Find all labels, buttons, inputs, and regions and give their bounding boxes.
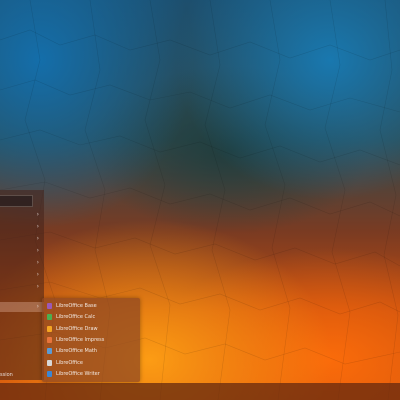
category-item[interactable]: › xyxy=(0,246,44,256)
libreoffice-math-icon xyxy=(47,348,52,355)
libreoffice-calc-icon xyxy=(47,314,52,321)
menu-item-label: LibreOffice Draw xyxy=(56,325,98,332)
menu-item[interactable]: LibreOffice Writer xyxy=(44,369,138,380)
libreoffice-base-icon xyxy=(47,303,52,309)
search-input[interactable] xyxy=(0,195,33,207)
category-item[interactable]: › xyxy=(0,282,44,292)
menu-item[interactable]: LibreOffice Calc xyxy=(44,312,138,323)
libreoffice-impress-icon xyxy=(47,336,52,343)
taskbar xyxy=(0,383,400,400)
chevron-right-icon: › xyxy=(36,235,39,242)
libreoffice-draw-icon xyxy=(47,325,52,332)
chevron-right-icon: › xyxy=(36,211,39,218)
chevron-right-icon: › xyxy=(36,223,39,230)
chevron-right-icon: › xyxy=(36,283,39,290)
libreoffice-writer-icon xyxy=(47,370,52,377)
session-label[interactable]: ssion xyxy=(0,372,13,379)
menu-item-label: LibreOffice Writer xyxy=(56,370,100,377)
office-submenu: LibreOffice Base LibreOffice Calc LibreOff… xyxy=(42,298,140,382)
menu-item[interactable]: LibreOffice xyxy=(44,358,138,369)
menu-item-label: LibreOffice xyxy=(56,359,83,366)
menu-item-label: LibreOffice Base xyxy=(56,303,97,309)
category-item[interactable]: › xyxy=(0,222,44,232)
menu-item-label: LibreOffice Math xyxy=(56,348,98,355)
menu-item-label: LibreOffice Calc xyxy=(56,314,96,321)
category-item[interactable]: › xyxy=(0,258,44,268)
menu-item[interactable]: LibreOffice Draw xyxy=(44,324,138,335)
menu-item[interactable]: LibreOffice Impress xyxy=(44,335,138,346)
chevron-right-icon: › xyxy=(36,247,39,254)
category-item[interactable]: › xyxy=(0,270,44,280)
libreoffice-icon xyxy=(47,359,52,366)
chevron-right-icon: › xyxy=(36,259,39,266)
chevron-right-icon: › xyxy=(36,303,39,310)
menu-item[interactable]: LibreOffice Math xyxy=(44,346,138,357)
menu-item[interactable]: LibreOffice Base xyxy=(44,301,138,312)
category-item[interactable]: › xyxy=(0,234,44,244)
category-item[interactable]: › xyxy=(0,302,44,312)
category-item[interactable]: › xyxy=(0,210,44,220)
menu-item-label: LibreOffice Impress xyxy=(56,336,105,343)
chevron-right-icon: › xyxy=(36,271,39,278)
